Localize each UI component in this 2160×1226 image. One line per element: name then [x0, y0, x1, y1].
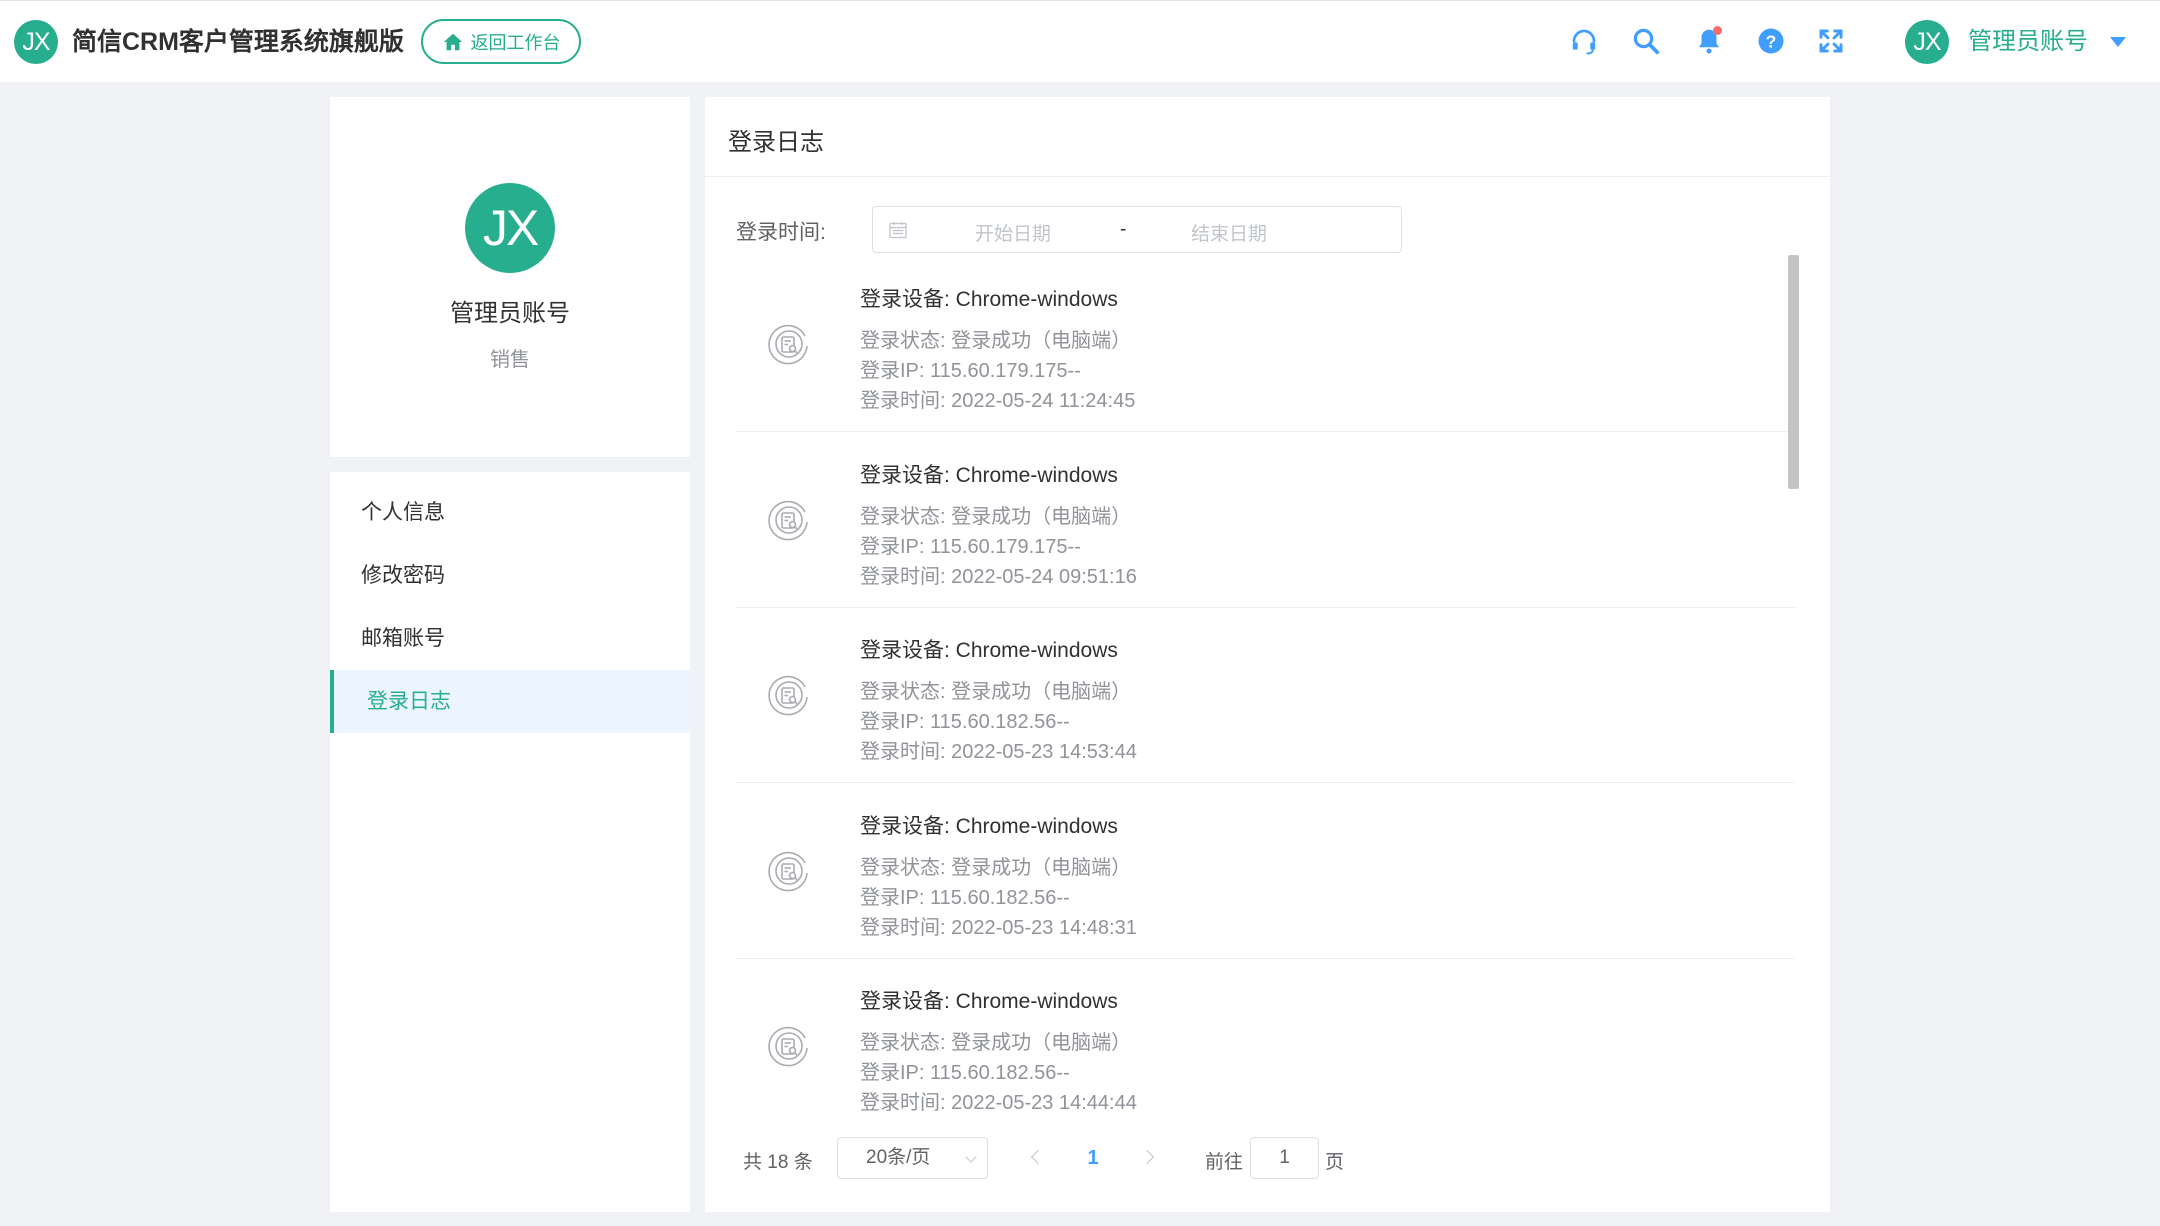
log-ip-text: 登录IP: 115.60.179.175--	[860, 535, 1081, 558]
login-log-list[interactable]: 登录设备: Chrome-windows 登录状态: 登录成功（电脑端） 登录IP:…	[735, 257, 1795, 1117]
log-ip-text: 登录IP: 115.60.182.56--	[860, 711, 1070, 733]
top-bar: JX 简信CRM客户管理系统旗舰版 返回工作台 ? JX 管理员账号	[0, 0, 2160, 82]
log-time-text: 登录时间: 2022-05-23 14:53:44	[860, 741, 1137, 763]
log-time-text: 登录时间: 2022-05-24 09:51:16	[860, 565, 1137, 588]
settings-menu: 个人信息 修改密码 邮箱账号 登录日志	[330, 472, 690, 1212]
log-device-text: 登录设备: Chrome-windows	[860, 288, 1118, 311]
goto-page-input[interactable]	[1250, 1137, 1319, 1179]
date-range-separator: -	[1120, 219, 1127, 240]
pagination-total: 共 18 条	[743, 1152, 813, 1173]
menu-item-personal-info[interactable]: 个人信息	[330, 481, 690, 544]
log-entry: 登录设备: Chrome-windows 登录状态: 登录成功（电脑端） 登录IP:…	[735, 608, 1795, 783]
notification-dot	[1713, 26, 1722, 35]
pagination: 共 18 条 20条/页 1 前往 页	[705, 1137, 1830, 1179]
login-log-panel: 登录日志 登录时间: 开始日期 - 结束日期 登录设备: Chrome-wind…	[705, 97, 1830, 1212]
goto-label: 前往	[1205, 1152, 1244, 1173]
menu-item-email-account[interactable]: 邮箱账号	[330, 607, 690, 670]
log-entry: 登录设备: Chrome-windows 登录状态: 登录成功（电脑端） 登录IP:…	[735, 433, 1795, 608]
log-device-text: 登录设备: Chrome-windows	[860, 639, 1118, 662]
user-avatar[interactable]: JX	[1905, 20, 1949, 64]
login-record-icon	[765, 496, 813, 544]
profile-card: JX 管理员账号 销售	[330, 97, 690, 457]
goto-suffix: 页	[1325, 1152, 1345, 1173]
log-entry: 登录设备: Chrome-windows 登录状态: 登录成功（电脑端） 登录IP:…	[735, 257, 1795, 432]
log-status-text: 登录状态: 登录成功（电脑端）	[860, 330, 1132, 352]
menu-item-login-log[interactable]: 登录日志	[330, 670, 690, 733]
calendar-icon	[889, 222, 907, 239]
login-record-icon	[765, 847, 813, 895]
log-device-text: 登录设备: Chrome-windows	[860, 463, 1118, 487]
profile-role: 销售	[490, 349, 530, 371]
log-status-text: 登录状态: 登录成功（电脑端）	[860, 1032, 1132, 1054]
next-page-button[interactable]	[1140, 1147, 1160, 1169]
log-ip-text: 登录IP: 115.60.179.175--	[860, 360, 1081, 382]
back-to-workbench-label: 返回工作台	[470, 32, 561, 53]
prev-page-button[interactable]	[1027, 1147, 1047, 1169]
page-title: 登录日志	[728, 129, 824, 156]
log-status-text: 登录状态: 登录成功（电脑端）	[860, 681, 1132, 703]
menu-item-change-password[interactable]: 修改密码	[330, 544, 690, 607]
start-date-input[interactable]: 开始日期	[943, 219, 1083, 246]
profile-name: 管理员账号	[450, 300, 570, 327]
home-icon	[443, 33, 462, 50]
back-to-workbench-button[interactable]: 返回工作台	[421, 19, 581, 64]
page-number-current[interactable]: 1	[1075, 1137, 1111, 1179]
page-size-select[interactable]: 20条/页	[837, 1137, 988, 1179]
chevron-down-icon	[965, 1151, 977, 1163]
fullscreen-icon[interactable]	[1815, 25, 1847, 57]
login-record-icon	[765, 320, 813, 368]
search-icon[interactable]	[1630, 25, 1662, 57]
end-date-input[interactable]: 结束日期	[1159, 219, 1299, 246]
page-size-value: 20条/页	[866, 1147, 931, 1168]
log-ip-text: 登录IP: 115.60.182.56--	[860, 886, 1070, 909]
caret-down-icon[interactable]	[2110, 37, 2126, 47]
date-range-picker[interactable]: 开始日期 - 结束日期	[872, 206, 1402, 253]
login-time-filter-label: 登录时间:	[736, 221, 826, 244]
login-record-icon	[765, 1022, 813, 1070]
panel-header: 登录日志	[705, 97, 1830, 177]
log-status-text: 登录状态: 登录成功（电脑端）	[860, 505, 1132, 528]
log-entry: 登录设备: Chrome-windows 登录状态: 登录成功（电脑端） 登录IP:…	[735, 959, 1795, 1117]
app-logo: JX	[14, 20, 58, 64]
log-ip-text: 登录IP: 115.60.182.56--	[860, 1062, 1070, 1084]
svg-text:?: ?	[1766, 31, 1777, 51]
bell-icon[interactable]	[1693, 25, 1725, 57]
user-menu-name[interactable]: 管理员账号	[1968, 27, 2088, 57]
log-device-text: 登录设备: Chrome-windows	[860, 990, 1118, 1013]
login-record-icon	[765, 671, 813, 719]
log-time-text: 登录时间: 2022-05-23 14:44:44	[860, 1092, 1137, 1114]
profile-avatar: JX	[465, 183, 555, 273]
app-title: 简信CRM客户管理系统旗舰版	[72, 28, 404, 56]
headset-icon[interactable]	[1568, 25, 1600, 57]
help-icon[interactable]: ?	[1755, 25, 1787, 57]
log-time-text: 登录时间: 2022-05-24 11:24:45	[860, 390, 1136, 412]
log-status-text: 登录状态: 登录成功（电脑端）	[860, 856, 1132, 879]
log-time-text: 登录时间: 2022-05-23 14:48:31	[860, 916, 1137, 939]
scrollbar-thumb[interactable]	[1788, 255, 1799, 489]
log-device-text: 登录设备: Chrome-windows	[860, 814, 1118, 838]
log-entry: 登录设备: Chrome-windows 登录状态: 登录成功（电脑端） 登录IP:…	[735, 784, 1795, 959]
